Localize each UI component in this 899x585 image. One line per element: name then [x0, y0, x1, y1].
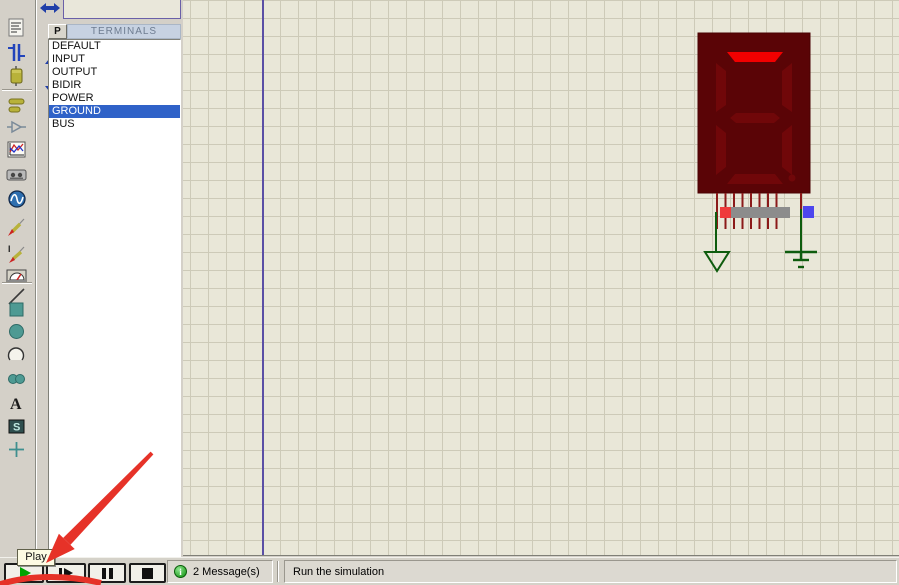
list-item-ground[interactable]: GROUND: [49, 105, 180, 118]
terminal-list: DEFAULT INPUT OUTPUT BIDIR POWER GROUND …: [48, 39, 181, 558]
segment-b: [782, 63, 792, 112]
segment-e: [716, 125, 726, 175]
earth-ground-symbol[interactable]: [785, 252, 817, 267]
play-tooltip: Play: [17, 549, 55, 566]
2d-path-icon[interactable]: [6, 368, 28, 390]
terminals-icon[interactable]: [6, 95, 28, 117]
buses-icon[interactable]: [6, 42, 28, 64]
toolbar-divider: [2, 282, 32, 284]
segment-a-lit: [727, 52, 783, 62]
current-probe-icon[interactable]: I: [6, 243, 28, 265]
segment-f: [716, 63, 726, 112]
status-hint: Run the simulation: [293, 566, 384, 578]
stop-icon: [142, 568, 153, 579]
text-script-icon[interactable]: [6, 17, 28, 39]
mode-toolbar: LBL I: [0, 0, 36, 556]
2d-text-icon[interactable]: A: [6, 392, 28, 414]
segment-c: [782, 125, 792, 175]
segment-d: [727, 174, 783, 184]
message-counter-panel[interactable]: i 2 Message(s): [167, 560, 273, 583]
list-item-bus[interactable]: BUS: [49, 118, 180, 131]
list-item-bidir[interactable]: BIDIR: [49, 79, 180, 92]
segment-dp: [789, 175, 796, 182]
step-icon: [59, 568, 62, 579]
proteus-isis-window: LBL I: [0, 0, 899, 585]
subcircuit-icon[interactable]: [6, 65, 28, 87]
2d-symbol-icon[interactable]: S: [6, 416, 28, 438]
play-button[interactable]: [4, 563, 44, 583]
pin-right-marker: [803, 206, 814, 218]
object-preview: [63, 0, 181, 19]
info-icon: i: [174, 565, 187, 578]
play-icon: [20, 567, 31, 579]
2d-arc-icon[interactable]: [6, 344, 28, 366]
list-item-default[interactable]: DEFAULT: [49, 40, 180, 53]
toolbar-divider: [2, 89, 32, 91]
list-item-power[interactable]: POWER: [49, 92, 180, 105]
device-pins-icon[interactable]: [6, 117, 28, 139]
schematic-canvas[interactable]: [183, 0, 899, 556]
seven-segment-display-group[interactable]: [183, 0, 899, 556]
panel-title: TERMINALS: [67, 24, 181, 39]
tape-recorder-icon[interactable]: [6, 164, 28, 186]
pause-button[interactable]: [88, 563, 126, 583]
pause-icon: [102, 568, 106, 579]
list-item-output[interactable]: OUTPUT: [49, 66, 180, 79]
voltage-probe-icon[interactable]: [6, 216, 28, 238]
current-probe-glyph: I: [8, 244, 11, 254]
graph-icon[interactable]: [6, 139, 28, 161]
segment-g: [730, 113, 780, 123]
wire-label-icon[interactable]: LBL: [6, 0, 28, 12]
step-button[interactable]: [46, 563, 86, 583]
2d-box-icon[interactable]: [6, 299, 28, 321]
message-count: 2 Message(s): [193, 566, 260, 578]
list-item-input[interactable]: INPUT: [49, 53, 180, 66]
symbol-mode-glyph: S: [13, 422, 20, 434]
ground-arrow-terminal[interactable]: [705, 252, 729, 271]
pin1-marker: [720, 207, 731, 218]
pick-devices-button[interactable]: P: [48, 24, 67, 39]
animation-control-bar: i 2 Message(s) Run the simulation: [0, 557, 899, 585]
2d-circle-icon[interactable]: [6, 321, 28, 343]
mirror-horizontal-icon[interactable]: [40, 2, 60, 20]
stop-button[interactable]: [129, 563, 166, 583]
text-mode-glyph: A: [10, 396, 22, 413]
generator-icon[interactable]: [6, 188, 28, 210]
statusbar-separator: [277, 561, 279, 582]
2d-marker-icon[interactable]: [6, 439, 28, 461]
status-hint-panel: Run the simulation: [284, 560, 897, 583]
